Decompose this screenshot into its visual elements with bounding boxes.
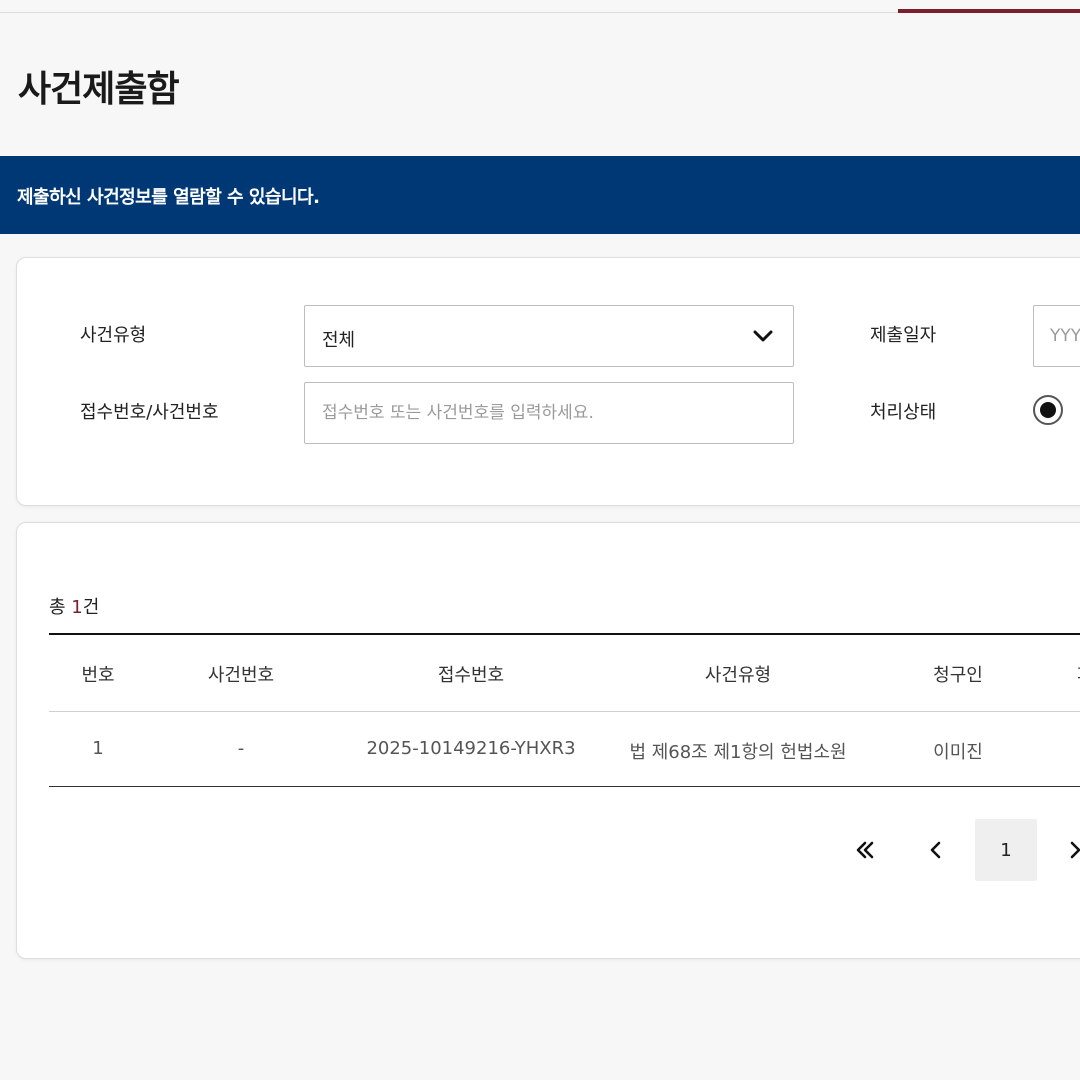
row-case-number: - [237, 738, 245, 759]
row-no: 1 [92, 738, 104, 759]
prev-page-button[interactable] [905, 819, 967, 881]
submit-date-start-input[interactable] [1033, 305, 1080, 367]
page-title: 사건제출함 [18, 69, 180, 110]
chevron-down-icon [753, 330, 773, 342]
column-header-no: 번호 [81, 665, 115, 686]
notice-banner: 제출하신 사건정보를 열람할 수 있습니다. [0, 156, 1080, 234]
case-number-input[interactable] [304, 382, 794, 444]
status-label: 처리상태 [870, 402, 937, 423]
total-count: 총 1건 [49, 593, 99, 619]
submit-date-label: 제출일자 [870, 325, 937, 346]
row-receipt-number[interactable]: 2025-10149216-YHXR3 [366, 738, 575, 759]
column-header-claimant: 청구인 [933, 665, 983, 686]
case-type-selected-value: 전체 [322, 330, 356, 351]
chevron-right-icon [1070, 841, 1080, 859]
page-number-button[interactable]: 1 [975, 819, 1037, 881]
status-radio-selected[interactable] [1033, 395, 1063, 425]
notice-text: 제출하신 사건정보를 열람할 수 있습니다. [17, 187, 320, 208]
double-chevron-left-icon [856, 841, 874, 859]
table-header-divider [49, 711, 1080, 712]
chevron-left-icon [930, 841, 941, 859]
row-case-type: 법 제68조 제1항의 헌법소원 [629, 742, 847, 763]
next-page-button[interactable] [1044, 819, 1080, 881]
column-header-case-type: 사건유형 [704, 665, 772, 686]
total-prefix: 총 [49, 597, 72, 618]
total-count-value: 1 [71, 597, 83, 618]
radio-dot-icon [1040, 402, 1056, 418]
case-list-panel: 총 1건 번호 사건번호 접수번호 사건유형 청구인 피 1 - 2025-10… [16, 522, 1080, 959]
search-filter-panel: 사건유형 전체 접수번호/사건번호 제출일자 처리상태 [16, 257, 1080, 506]
case-type-select[interactable]: 전체 [304, 305, 794, 367]
total-suffix: 건 [82, 597, 100, 618]
table-bottom-border [49, 786, 1080, 787]
column-header-receipt-number: 접수번호 [437, 665, 505, 686]
active-tab-indicator [898, 9, 1080, 13]
case-type-label: 사건유형 [80, 325, 147, 346]
case-number-label: 접수번호/사건번호 [80, 402, 219, 423]
table-top-border [49, 633, 1080, 635]
row-claimant: 이미진 [933, 742, 983, 763]
column-header-case-number: 사건번호 [207, 665, 275, 686]
first-page-button[interactable] [834, 819, 896, 881]
